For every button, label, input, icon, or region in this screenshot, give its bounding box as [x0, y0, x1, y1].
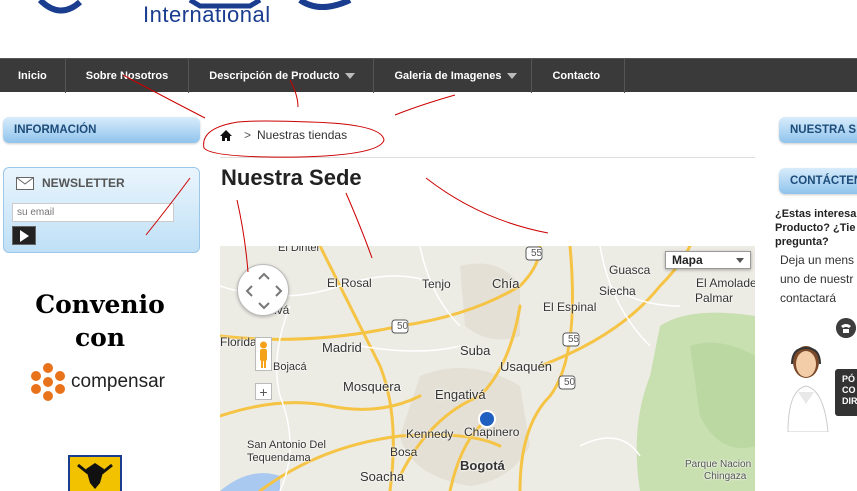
map-label: Palmar [695, 291, 734, 305]
heading-label: NUESTRA S [790, 124, 857, 136]
convenio-line1: Convenio [35, 290, 165, 319]
map-label: San Antonio Del [247, 439, 326, 451]
map-label: Chapinero [464, 425, 520, 439]
heading-label: CONTÁCTEN [790, 175, 857, 187]
home-icon[interactable] [220, 129, 232, 141]
map-label: Parque Nacion [685, 459, 752, 470]
map-label: El Espinal [543, 300, 597, 314]
compensar-dots-icon [31, 363, 65, 401]
map-label: Usaquén [500, 359, 553, 374]
map-label: Mosquera [343, 379, 401, 394]
map-label: 50 [397, 321, 409, 332]
map-type-select[interactable]: Mapa [665, 251, 751, 269]
newsletter-submit-button[interactable] [12, 226, 36, 245]
site-logo[interactable]: International [0, 0, 420, 58]
map-label: Engativá [435, 387, 486, 402]
page-title: Nuestra Sede [221, 165, 362, 190]
map-label: Kennedy [406, 427, 454, 441]
newsletter-box: NEWSLETTER [3, 167, 200, 253]
map-label: Chingaza [704, 471, 747, 482]
map-label: Bosa [390, 445, 418, 459]
pan-arrows-icon [245, 272, 283, 310]
nuestra-heading: NUESTRA S [779, 117, 857, 143]
nav-item-sobre-nosotros[interactable]: Sobre Nosotros [66, 59, 190, 93]
zoom-in-label: + [259, 383, 268, 400]
chevron-down-icon [736, 257, 744, 263]
heading-label: INFORMACIÓN [14, 124, 97, 136]
nav-label: Descripción de Producto [209, 70, 340, 82]
page: International Inicio Sobre Nosotros Desc… [0, 0, 857, 491]
convenio-line2: con [74, 323, 126, 352]
map-label: Tenjo [422, 277, 451, 291]
nav-item-descripcion-producto[interactable]: Descripción de Producto [189, 59, 375, 93]
google-map[interactable]: 55 50 55 50 El Dintel El Rosal Tenjo Chí… [220, 246, 755, 491]
map-label: Florida [220, 335, 257, 349]
breadcrumb-current: Nuestras tiendas [257, 128, 348, 142]
street-view-pegman[interactable] [255, 337, 272, 371]
nav-label: Inicio [18, 70, 47, 82]
map-pan-control[interactable] [237, 264, 289, 316]
informacion-heading: INFORMACIÓN [3, 117, 200, 143]
play-icon [19, 229, 29, 242]
map-label: Bojacá [273, 361, 307, 373]
envelope-icon [16, 176, 34, 190]
breadcrumb: > Nuestras tiendas [220, 128, 347, 142]
contact-question: ¿Estas interesa Producto? ¿Tie pregunta? [775, 208, 857, 248]
compensar-label: compensar [71, 371, 165, 392]
map-type-label: Mapa [672, 253, 703, 267]
nav-item-galeria-imagenes[interactable]: Galeria de Imagenes [374, 59, 533, 93]
nav-label: Sobre Nosotros [85, 70, 169, 82]
coat-of-arms-icon [68, 455, 122, 491]
map-label: 50 [564, 377, 576, 388]
newsletter-title: NEWSLETTER [16, 176, 125, 190]
pegman-icon [260, 341, 267, 368]
map-label: El Dintel [278, 246, 319, 254]
chevron-down-icon [507, 73, 518, 79]
contact-body: Deja un mens uno de nuestr contactará [780, 253, 855, 305]
convenio-text: Convenio con [0, 288, 200, 354]
chevron-down-icon [345, 73, 356, 79]
map-label: Chía [492, 276, 520, 291]
map-label: Bogotá [460, 458, 505, 473]
compensar-logo[interactable]: compensar [28, 362, 165, 402]
map-label: Tequendama [247, 452, 311, 464]
newsletter-email-input[interactable] [12, 203, 174, 222]
map-label: 55 [531, 248, 543, 259]
map-label: Soacha [360, 469, 405, 484]
nav-label: Galeria de Imagenes [394, 70, 502, 82]
map-label: Suba [460, 343, 491, 358]
zoom-in-button[interactable]: + [255, 383, 272, 400]
breadcrumb-separator: > [244, 128, 252, 142]
nav-label: Contacto [552, 70, 601, 82]
logo-subtitle: International [143, 2, 271, 27]
newsletter-title-label: NEWSLETTER [42, 176, 125, 190]
nav-item-inicio[interactable]: Inicio [0, 59, 66, 93]
map-label: Siecha [599, 284, 636, 298]
map-label: El Amolade [696, 276, 755, 290]
nav-item-contacto[interactable]: Contacto [532, 59, 626, 93]
map-label: Madrid [322, 340, 362, 355]
map-label: 55 [568, 334, 580, 345]
map-label: El Rosal [327, 276, 372, 290]
call-button[interactable]: PÓ CO DIR [835, 369, 857, 416]
main-nav: Inicio Sobre Nosotros Descripción de Pro… [0, 58, 857, 93]
map-label: Guasca [609, 263, 651, 277]
support-agent-avatar [787, 346, 829, 432]
divider [220, 157, 755, 158]
phone-icon[interactable] [836, 318, 856, 338]
contactenos-heading: CONTÁCTEN [779, 168, 857, 194]
